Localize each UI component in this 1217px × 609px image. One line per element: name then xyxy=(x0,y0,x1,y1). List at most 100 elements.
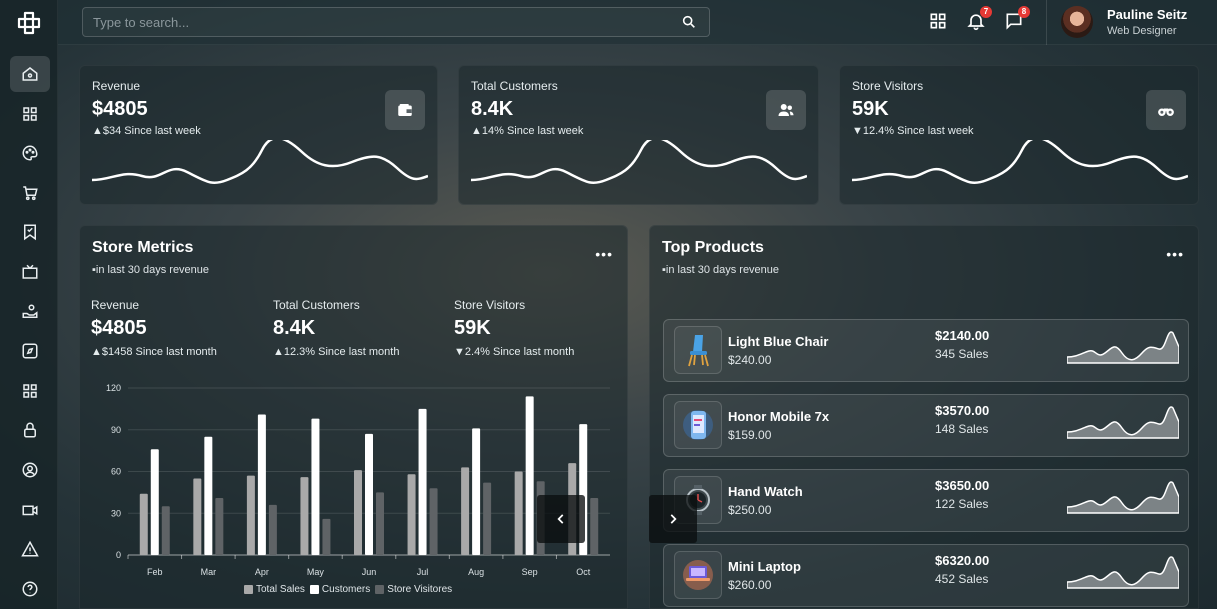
sidebar-item-compass[interactable] xyxy=(10,333,50,369)
bar-customers[interactable] xyxy=(472,428,481,555)
sidebar-item-home[interactable] xyxy=(10,56,50,92)
bar-store-visitores[interactable] xyxy=(322,518,331,555)
product-sparkline xyxy=(1067,406,1179,439)
legend-item[interactable]: Customers xyxy=(309,584,370,595)
search-box xyxy=(82,7,710,37)
stat-label: Revenue xyxy=(92,79,141,93)
sidebar-item-video[interactable] xyxy=(10,492,50,528)
hand-coin-icon xyxy=(22,304,38,318)
product-amount: $2140.00 xyxy=(935,328,990,343)
notifications-button[interactable]: 7 xyxy=(966,6,992,31)
warning-icon xyxy=(21,540,39,557)
users-icon xyxy=(778,104,794,116)
bar-total-sales[interactable] xyxy=(300,477,309,555)
bar-total-sales[interactable] xyxy=(514,471,523,556)
bar-total-sales[interactable] xyxy=(407,474,416,555)
bar-customers[interactable] xyxy=(150,449,159,555)
bar-customers[interactable] xyxy=(204,436,213,555)
top-products-panel: Top Products ▪in last 30 days revenue ••… xyxy=(649,225,1199,609)
product-sales: 122 Sales xyxy=(935,497,989,511)
product-sparkline xyxy=(1067,556,1179,589)
carousel-next-button[interactable] xyxy=(649,495,697,543)
legend-item[interactable]: Total Sales xyxy=(244,584,305,595)
bar-store-visitores[interactable] xyxy=(161,506,170,555)
sidebar-item-hand-coin[interactable] xyxy=(10,294,50,330)
compass-icon xyxy=(22,343,38,359)
user-name[interactable]: Pauline Seitz xyxy=(1107,7,1187,22)
metric-change: ▲12.3% Since last month xyxy=(273,346,400,358)
carousel-prev-button[interactable] xyxy=(537,495,585,543)
bar-chart: 0 30 60 90 120 Feb Mar Apr May Jun Jul Aug Sep Oct xyxy=(106,383,610,577)
bar-customers[interactable] xyxy=(311,418,320,555)
bar-total-sales[interactable] xyxy=(354,470,362,555)
bar-store-visitores[interactable] xyxy=(429,488,438,555)
top-header: 7 8 Pauline Seitz Web Designer xyxy=(58,0,1217,45)
more-options-button[interactable]: ••• xyxy=(1166,246,1184,262)
product-name: Hand Watch xyxy=(728,484,803,499)
bar-customers[interactable] xyxy=(418,408,427,555)
messages-badge: 8 xyxy=(1018,6,1030,18)
stat-value: 59K xyxy=(852,98,889,120)
messages-button[interactable]: 8 xyxy=(1004,6,1030,31)
sidebar-item-warning[interactable] xyxy=(10,531,50,567)
metric-customers: Total Customers 8.4K ▲12.3% Since last m… xyxy=(273,298,399,358)
sidebar-item-tv[interactable] xyxy=(10,254,50,290)
product-item[interactable]: Mini Laptop $260.00 $6320.00 452 Sales xyxy=(663,544,1189,607)
bar-total-sales[interactable] xyxy=(139,493,148,555)
product-price: $240.00 xyxy=(728,353,772,367)
sidebar-item-apps[interactable] xyxy=(10,373,50,409)
avatar[interactable] xyxy=(1061,6,1093,38)
panel-subtitle: ▪in last 30 days revenue xyxy=(662,264,780,276)
users-button[interactable] xyxy=(766,90,806,130)
trend-up-icon: ▲ xyxy=(273,346,284,358)
bar-store-visitores[interactable] xyxy=(215,497,224,555)
metric-change: ▲$1458 Since last month xyxy=(91,346,217,358)
product-item[interactable]: Hand Watch $250.00 $3650.00 122 Sales xyxy=(663,469,1189,532)
legend-item[interactable]: Store Visitores xyxy=(375,584,452,595)
product-sparkline xyxy=(1067,331,1179,364)
y-tick-label: 90 xyxy=(111,425,121,435)
lock-icon xyxy=(24,422,36,438)
bar-total-sales[interactable] xyxy=(246,475,255,555)
binoculars-button[interactable] xyxy=(1146,90,1186,130)
bar-customers[interactable] xyxy=(365,433,373,555)
wallet-button[interactable] xyxy=(385,90,425,130)
x-tick-label: Jun xyxy=(362,567,377,577)
sidebar-item-lock[interactable] xyxy=(10,412,50,448)
sidebar-item-palette[interactable] xyxy=(10,135,50,171)
y-tick-label: 0 xyxy=(116,550,121,560)
x-tick-label: Feb xyxy=(147,567,163,577)
stat-label: Total Customers xyxy=(471,79,558,93)
bar-total-sales[interactable] xyxy=(193,478,202,555)
sidebar-item-grid[interactable] xyxy=(10,96,50,132)
search-input[interactable] xyxy=(83,8,663,36)
bar-customers[interactable] xyxy=(257,414,266,555)
sidebar-item-user[interactable] xyxy=(10,452,50,488)
bookmark-icon xyxy=(24,224,36,241)
stat-label: Store Visitors xyxy=(852,79,924,93)
sidebar-item-help[interactable] xyxy=(10,571,50,607)
bar-store-visitores[interactable] xyxy=(590,497,599,555)
bar-total-sales[interactable] xyxy=(461,467,470,555)
bar-store-visitores[interactable] xyxy=(376,492,384,555)
mobile-icon xyxy=(683,410,713,440)
chevron-right-icon xyxy=(670,514,677,524)
search-icon[interactable] xyxy=(681,14,697,30)
apps-grid-icon[interactable] xyxy=(928,11,948,31)
user-circle-icon xyxy=(22,462,38,478)
stat-card-revenue: Revenue $4805 ▲$34 Since last week xyxy=(79,65,438,205)
bar-customers[interactable] xyxy=(525,396,534,555)
metric-label: Revenue xyxy=(91,298,140,312)
bar-store-visitores[interactable] xyxy=(483,482,492,555)
wallet-icon xyxy=(398,104,412,116)
x-tick-label: Apr xyxy=(255,567,269,577)
product-item[interactable]: Honor Mobile 7x $159.00 $3570.00 148 Sal… xyxy=(663,394,1189,457)
bar-store-visitores[interactable] xyxy=(268,504,277,555)
product-amount: $3570.00 xyxy=(935,403,990,418)
y-tick-label: 60 xyxy=(111,467,121,477)
more-options-button[interactable]: ••• xyxy=(595,246,613,262)
sidebar-item-cart[interactable] xyxy=(10,175,50,211)
product-item[interactable]: Light Blue Chair $240.00 $2140.00 345 Sa… xyxy=(663,319,1189,382)
sidebar-item-bookmark[interactable] xyxy=(10,214,50,250)
logo-icon[interactable] xyxy=(14,8,44,38)
